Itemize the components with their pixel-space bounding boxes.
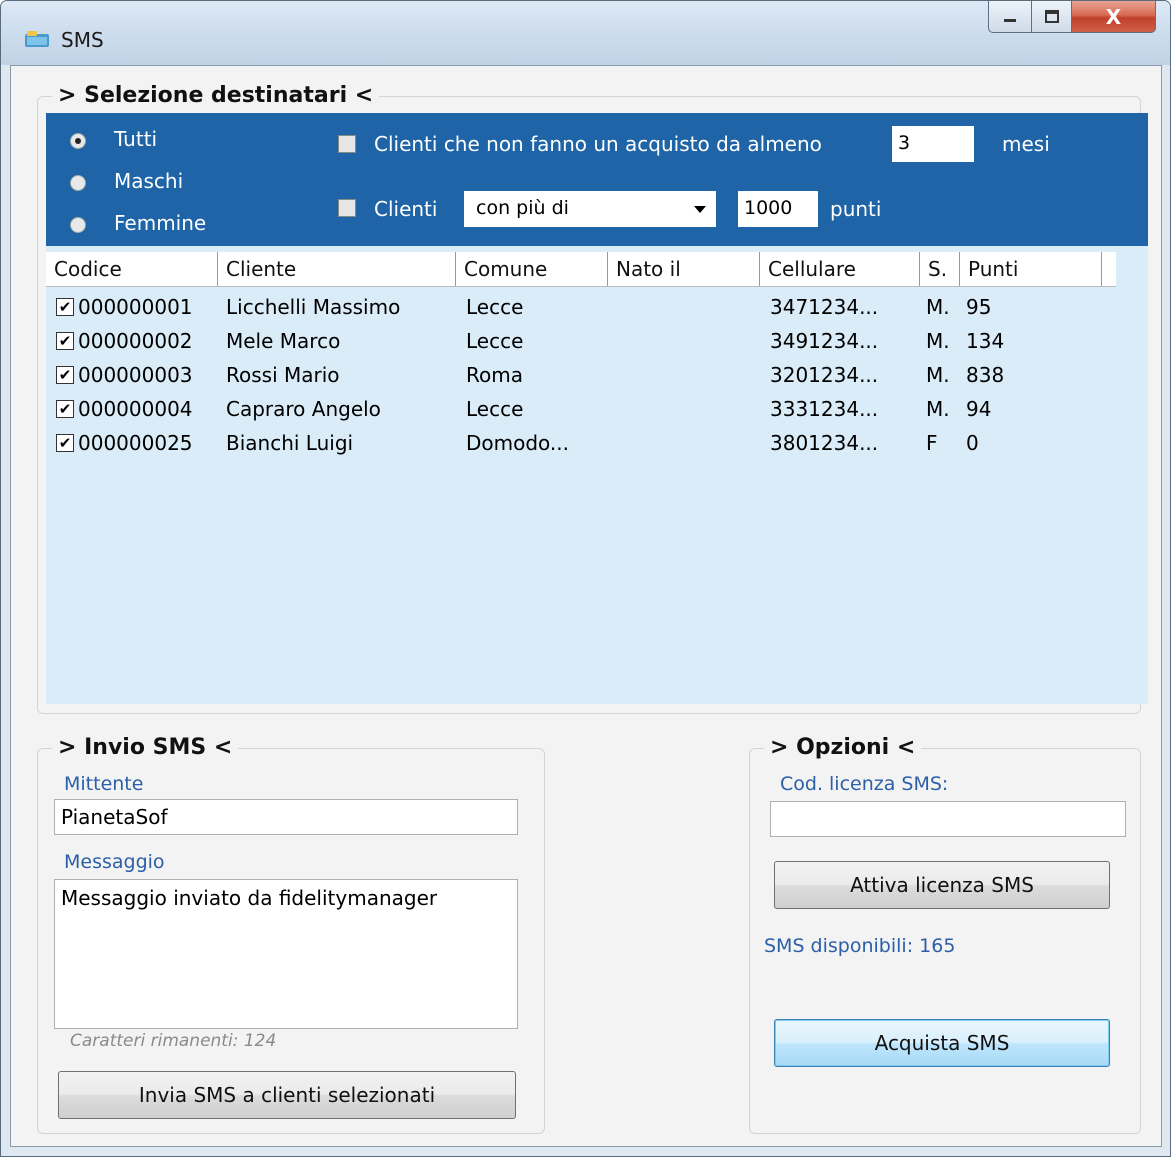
cell-cliente: Rossi Mario (226, 363, 340, 387)
window-controls: X (988, 1, 1156, 35)
cell-cellulare: 3331234... (770, 397, 879, 421)
cell-sesso: F (926, 431, 938, 455)
messaggio-label: Messaggio (64, 851, 165, 873)
radio-femmine[interactable] (70, 217, 86, 233)
cell-sesso: M. (926, 363, 950, 387)
checkbox-points-filter[interactable] (338, 199, 356, 217)
cell-codice: 000000025 (78, 431, 193, 455)
cell-cliente: Licchelli Massimo (226, 295, 401, 319)
points-operator-select[interactable]: con più di (464, 191, 716, 227)
row-checkbox[interactable]: ✔ (56, 298, 74, 316)
close-button[interactable]: X (1072, 1, 1156, 33)
cell-cliente: Capraro Angelo (226, 397, 381, 421)
client-area: > Selezione destinatari < Tutti Maschi F… (10, 65, 1162, 1147)
send-sms-button[interactable]: Invia SMS a clienti selezionati (58, 1071, 516, 1119)
chevron-down-icon (694, 206, 706, 213)
sms-disponibili: SMS disponibili: 165 (764, 935, 956, 957)
minimize-button[interactable] (988, 1, 1032, 33)
licenza-label: Cod. licenza SMS: (780, 773, 949, 795)
mittente-label: Mittente (64, 773, 144, 795)
cell-comune: Domodo... (466, 431, 570, 455)
column-header-codice[interactable]: Codice (46, 252, 218, 286)
invio-title: > Invio SMS < (52, 735, 239, 760)
cell-punti: 94 (966, 397, 992, 421)
months-filter-label: Clienti che non fanno un acquisto da alm… (374, 132, 822, 156)
cell-codice: 000000002 (78, 329, 193, 353)
app-icon (25, 31, 49, 47)
clients-grid[interactable]: Codice Cliente Comune Nato il Cellulare … (46, 246, 1148, 704)
cell-punti: 134 (966, 329, 1005, 353)
cell-cellulare: 3491234... (770, 329, 879, 353)
column-header-cellulare[interactable]: Cellulare (760, 252, 920, 286)
column-header-comune[interactable]: Comune (456, 252, 608, 286)
selection-group: > Selezione destinatari < Tutti Maschi F… (37, 83, 1148, 714)
acquista-sms-button[interactable]: Acquista SMS (774, 1019, 1110, 1067)
sms-window: SMS X > Selezione destinatari < Tutti Ma… (0, 0, 1171, 1157)
column-header-cliente[interactable]: Cliente (218, 252, 456, 286)
selection-title: > Selezione destinatari < (52, 83, 380, 108)
cell-cliente: Mele Marco (226, 329, 341, 353)
checkbox-months-filter[interactable] (338, 135, 356, 153)
row-checkbox[interactable]: ✔ (56, 332, 74, 350)
cell-punti: 95 (966, 295, 992, 319)
cell-sesso: M. (926, 295, 950, 319)
licenza-field[interactable] (770, 801, 1126, 837)
opzioni-group: > Opzioni < Cod. licenza SMS: Attiva lic… (749, 735, 1141, 1134)
cell-comune: Lecce (466, 397, 524, 421)
radio-maschi[interactable] (70, 175, 86, 191)
points-unit-label: punti (830, 197, 882, 221)
cell-comune: Roma (466, 363, 523, 387)
cell-codice: 000000001 (78, 295, 193, 319)
cell-codice: 000000004 (78, 397, 193, 421)
window-title: SMS (61, 28, 104, 52)
title-bar[interactable]: SMS X (1, 1, 1170, 65)
points-input[interactable]: 1000 (738, 191, 818, 227)
cell-punti: 0 (966, 431, 979, 455)
row-checkbox[interactable]: ✔ (56, 434, 74, 452)
row-checkbox[interactable]: ✔ (56, 400, 74, 418)
points-filter-label: Clienti (374, 197, 438, 221)
close-icon: X (1105, 4, 1122, 29)
column-header-nato[interactable]: Nato il (608, 252, 760, 286)
remaining-chars: Caratteri rimanenti: 124 (70, 1031, 277, 1051)
maximize-icon (1044, 9, 1059, 23)
mittente-field[interactable]: PianetaSof (54, 799, 518, 835)
cell-comune: Lecce (466, 329, 524, 353)
points-operator-value: con più di (476, 197, 569, 219)
filter-panel: Tutti Maschi Femmine Clienti che non fan… (46, 113, 1148, 246)
opzioni-title: > Opzioni < (764, 735, 922, 760)
row-checkbox[interactable]: ✔ (56, 366, 74, 384)
cell-punti: 838 (966, 363, 1005, 387)
radio-tutti-label: Tutti (114, 127, 158, 151)
cell-cliente: Bianchi Luigi (226, 431, 354, 455)
column-header-sesso[interactable]: S. (920, 252, 960, 286)
radio-tutti[interactable] (70, 133, 86, 149)
cell-codice: 000000003 (78, 363, 193, 387)
column-header-punti[interactable]: Punti (960, 252, 1102, 286)
months-unit-label: mesi (1002, 132, 1050, 156)
maximize-button[interactable] (1032, 1, 1072, 33)
cell-sesso: M. (926, 329, 950, 353)
radio-femmine-label: Femmine (114, 211, 207, 235)
months-input[interactable]: 3 (892, 126, 974, 162)
cell-sesso: M. (926, 397, 950, 421)
attiva-licenza-button[interactable]: Attiva licenza SMS (774, 861, 1110, 909)
cell-comune: Lecce (466, 295, 524, 319)
grid-header: Codice Cliente Comune Nato il Cellulare … (46, 252, 1116, 287)
minimize-icon (1004, 18, 1016, 22)
radio-maschi-label: Maschi (114, 169, 184, 193)
messaggio-textarea[interactable]: Messaggio inviato da fidelitymanager (54, 879, 518, 1029)
cell-cellulare: 3801234... (770, 431, 879, 455)
cell-cellulare: 3471234... (770, 295, 879, 319)
cell-cellulare: 3201234... (770, 363, 879, 387)
invio-group: > Invio SMS < Mittente PianetaSof Messag… (37, 735, 545, 1134)
